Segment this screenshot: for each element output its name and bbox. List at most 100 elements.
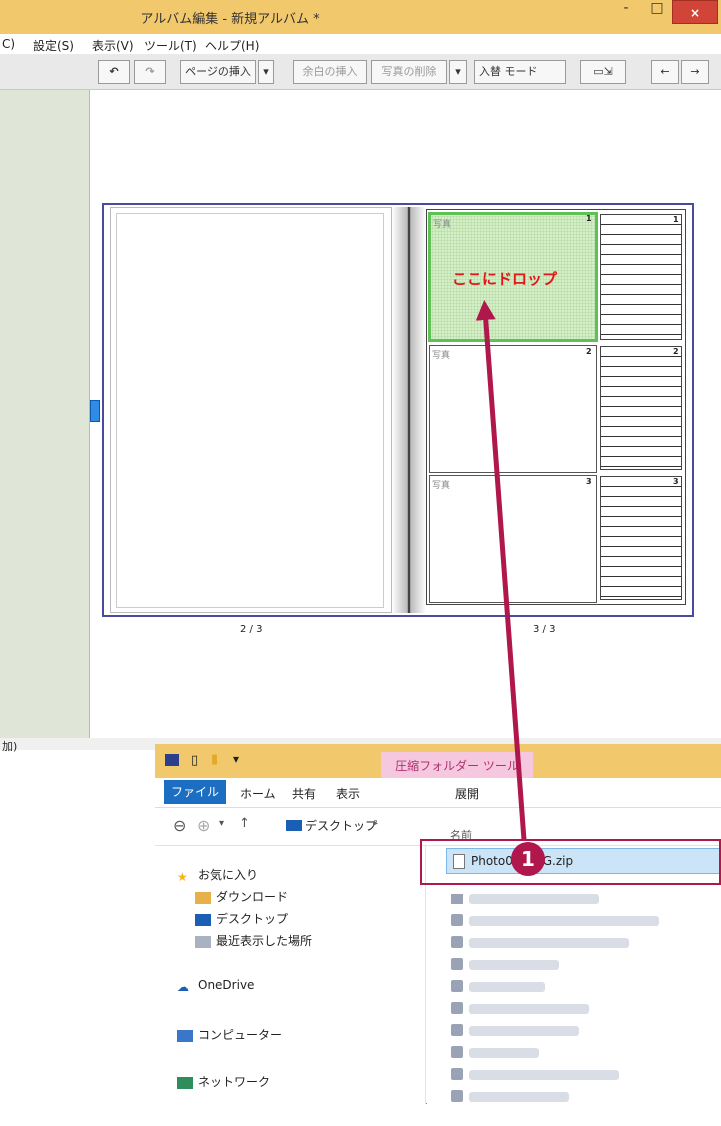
caption-lines-1[interactable] <box>600 214 682 340</box>
list-item[interactable] <box>469 1070 619 1080</box>
undo-icon: ↶ <box>109 65 119 78</box>
caption-number: 1 <box>673 215 679 224</box>
tab-share[interactable]: 共有 <box>292 785 316 802</box>
layout-button[interactable]: ▭⇲ <box>580 60 626 84</box>
star-icon: ★ <box>177 869 188 884</box>
tab-home[interactable]: ホーム <box>240 785 276 802</box>
undo-button[interactable]: ↶ <box>98 60 130 84</box>
caption-lines-2[interactable] <box>600 346 682 470</box>
window-icon <box>165 754 179 766</box>
drop-hint: ここにドロップ <box>452 270 558 288</box>
left-page-content <box>116 213 384 608</box>
nav-desktop[interactable]: デスクトップ <box>195 910 288 927</box>
photo-slot-label: 写真 <box>432 481 451 491</box>
download-folder-icon <box>195 891 211 904</box>
menu-view[interactable]: 表示(V) <box>92 37 134 54</box>
menu-settings[interactable]: 設定(S) <box>33 37 74 54</box>
quick-access-icon[interactable]: ▯ <box>191 753 198 768</box>
redo-icon: ↷ <box>145 65 155 78</box>
onedrive-icon: ☁ <box>177 979 189 994</box>
list-item[interactable] <box>469 1048 539 1058</box>
list-item[interactable] <box>469 894 599 904</box>
compressed-folder-tools: 圧縮フォルダー ツール <box>381 752 533 780</box>
close-button[interactable]: × <box>672 0 718 24</box>
file-icon <box>451 980 463 992</box>
chevron-down-icon: ▾ <box>455 65 461 78</box>
up-icon[interactable]: ↑ <box>239 816 250 831</box>
caption-number: 2 <box>673 347 679 356</box>
delete-dropdown[interactable]: ▾ <box>449 60 467 84</box>
menu-help[interactable]: ヘルプ(H) <box>205 37 259 54</box>
slot-number: 1 <box>586 214 592 223</box>
side-panel <box>0 90 90 738</box>
left-page-number: 2 / 3 <box>240 624 263 635</box>
network-icon <box>177 1076 193 1089</box>
menu-bar: C) 設定(S) 表示(V) ツール(T) ヘルプ(H) <box>0 34 721 54</box>
file-icon <box>451 936 463 948</box>
splitter-handle[interactable] <box>90 400 100 422</box>
file-icon <box>451 958 463 970</box>
delete-photo-button[interactable]: 写真の削除 <box>371 60 447 84</box>
address-path[interactable]: デスクトップ <box>305 817 377 834</box>
chevron-down-icon[interactable]: ▾ <box>219 818 224 829</box>
list-item[interactable] <box>469 960 559 970</box>
recent-places-icon <box>195 935 211 948</box>
caption-lines-3[interactable] <box>600 476 682 600</box>
caption-number: 3 <box>673 477 679 486</box>
list-item[interactable] <box>469 938 629 948</box>
step-badge: 1 <box>511 842 545 876</box>
nav-favorites[interactable]: ★ お気に入り <box>177 866 258 884</box>
list-item[interactable] <box>469 982 545 992</box>
redo-button[interactable]: ↷ <box>134 60 166 84</box>
slot-number: 3 <box>586 477 592 486</box>
minimize-button[interactable]: - <box>612 0 640 24</box>
desktop-icon <box>286 820 302 831</box>
file-icon <box>451 1024 463 1036</box>
maximize-button[interactable]: □ <box>643 0 671 24</box>
file-icon <box>451 1046 463 1058</box>
nav-computer[interactable]: コンピューター <box>177 1026 282 1043</box>
file-icon <box>451 1090 463 1102</box>
list-item[interactable] <box>469 1026 579 1036</box>
toolbar: ↶ ↷ ページの挿入 ▾ 余白の挿入 写真の削除 ▾ 入替 モード ▭⇲ ← → <box>0 54 721 90</box>
tab-file[interactable]: ファイル <box>164 780 226 804</box>
chevron-right-icon[interactable]: ▸ <box>373 818 378 829</box>
navigation-pane: ★ お気に入り ダウンロード デスクトップ 最近表示した場所 ☁ OneDrive … <box>155 846 426 1104</box>
tab-view[interactable]: 表示 <box>336 785 360 802</box>
replace-mode-select[interactable]: 入替 モード <box>474 60 566 84</box>
nav-recent[interactable]: 最近表示した場所 <box>195 932 312 949</box>
menu-tools[interactable]: ツール(T) <box>144 37 197 54</box>
insert-page-button[interactable]: ページの挿入 <box>180 60 256 84</box>
tab-extract[interactable]: 展開 <box>455 785 479 802</box>
list-item[interactable] <box>469 1004 589 1014</box>
nav-network[interactable]: ネットワーク <box>177 1073 270 1090</box>
prev-page-button[interactable]: ← <box>651 60 679 84</box>
list-item[interactable] <box>469 1092 569 1102</box>
desktop-icon <box>195 913 211 926</box>
file-icon <box>451 1068 463 1080</box>
file-icon <box>451 914 463 926</box>
highlight-box <box>420 839 721 885</box>
file-icon <box>451 1002 463 1014</box>
insert-page-dropdown[interactable]: ▾ <box>258 60 274 84</box>
folder-icon[interactable]: ▮ <box>211 752 218 767</box>
file-icon <box>451 894 463 904</box>
next-page-button[interactable]: → <box>681 60 709 84</box>
layout-icon: ▭⇲ <box>593 65 613 78</box>
photo-slot-2[interactable]: 写真 <box>429 345 597 473</box>
window-title: アルバム編集 - 新規アルバム * <box>140 12 320 27</box>
back-icon[interactable]: ⊖ <box>173 816 186 835</box>
slot-number: 2 <box>586 347 592 356</box>
menu-edit[interactable]: C) <box>2 37 15 51</box>
forward-icon[interactable]: ⊕ <box>197 816 210 835</box>
photo-slot-3[interactable]: 写真 <box>429 475 597 603</box>
insert-margin-button[interactable]: 余白の挿入 <box>293 60 367 84</box>
status-text: 加) <box>2 740 18 753</box>
photo-slot-label: 写真 <box>433 220 452 230</box>
nav-downloads[interactable]: ダウンロード <box>195 888 288 905</box>
chevron-down-icon[interactable]: ▾ <box>233 752 239 766</box>
list-item[interactable] <box>469 916 659 926</box>
right-page-number: 3 / 3 <box>533 624 556 635</box>
photo-slot-label: 写真 <box>432 351 451 361</box>
nav-onedrive[interactable]: ☁ OneDrive <box>177 978 254 994</box>
